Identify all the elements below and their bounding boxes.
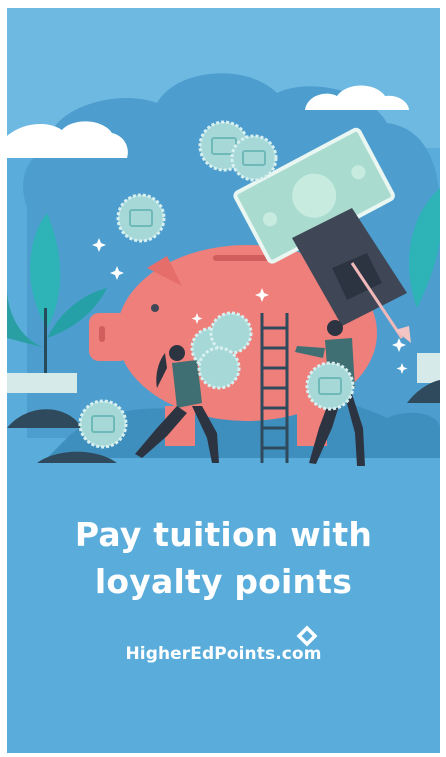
headline: Pay tuition with loyalty points (7, 511, 440, 605)
coin-top-2 (230, 134, 278, 182)
promo-card: Pay tuition with loyalty points HigherEd… (7, 8, 440, 753)
brand-logo: HigherEdPoints.com (7, 625, 440, 664)
coin-bottom-left (78, 399, 128, 449)
diamond-icon (296, 625, 318, 647)
headline-line-1: Pay tuition with (74, 515, 373, 554)
piggy-bank-illustration (7, 8, 440, 498)
coin-left (116, 193, 166, 243)
headline-line-2: loyalty points (94, 562, 353, 601)
